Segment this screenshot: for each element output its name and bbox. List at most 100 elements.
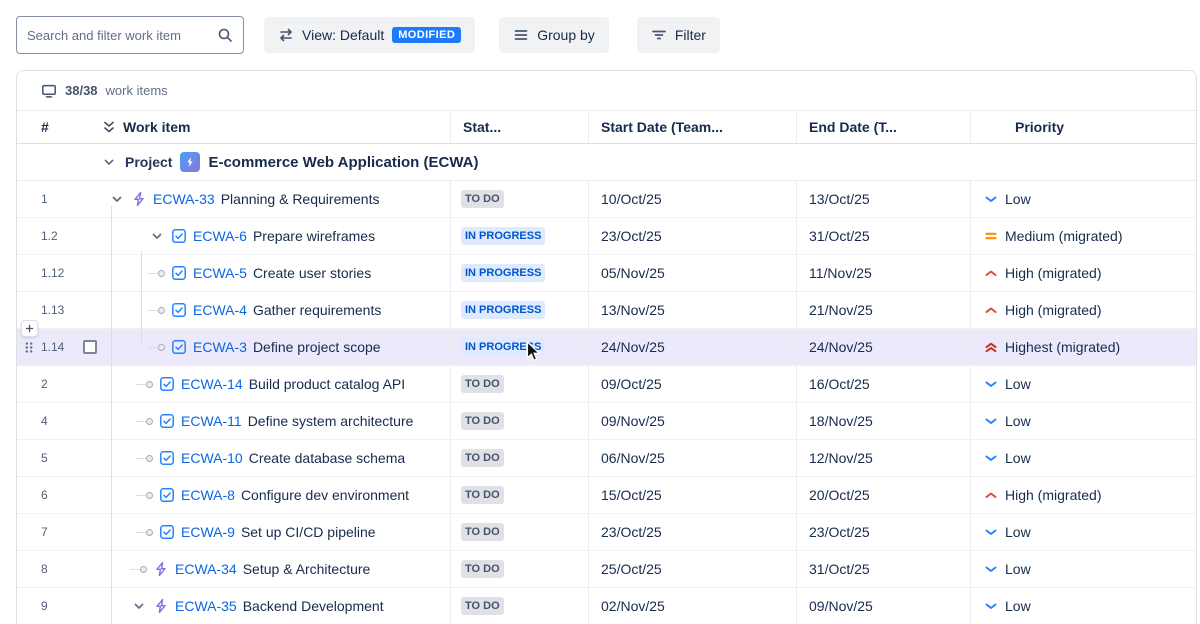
- end-date-cell[interactable]: 24/Nov/25: [796, 329, 970, 365]
- end-date-cell[interactable]: 11/Nov/25: [796, 255, 970, 291]
- expander-icon[interactable]: [147, 228, 165, 244]
- row-checkbox[interactable]: [83, 340, 97, 354]
- priority-cell[interactable]: Highest (migrated): [970, 329, 1196, 365]
- table-row[interactable]: 1.13 ECWA-4 Gather requirements IN PROGR…: [17, 292, 1196, 329]
- work-item-summary[interactable]: Define project scope: [253, 339, 381, 355]
- priority-cell[interactable]: High (migrated): [970, 477, 1196, 513]
- start-date-cell[interactable]: 10/Oct/25: [588, 181, 796, 217]
- priority-cell[interactable]: Low: [970, 181, 1196, 217]
- search-input[interactable]: [27, 28, 217, 43]
- priority-cell[interactable]: High (migrated): [970, 292, 1196, 328]
- priority-cell[interactable]: High (migrated): [970, 255, 1196, 291]
- work-item-summary[interactable]: Create database schema: [249, 450, 405, 466]
- table-row[interactable]: 1.2 ECWA-6 Prepare wireframes IN PROGRES…: [17, 218, 1196, 255]
- collapse-all-icon[interactable]: [101, 119, 117, 135]
- start-date-cell[interactable]: 25/Oct/25: [588, 551, 796, 587]
- column-header-start-date[interactable]: Start Date (Team...: [588, 111, 796, 143]
- work-item-key[interactable]: ECWA-6: [193, 228, 247, 244]
- table-row[interactable]: 2 ECWA-14 Build product catalog API TO D…: [17, 366, 1196, 403]
- table-row[interactable]: 5 ECWA-10 Create database schema TO DO 0…: [17, 440, 1196, 477]
- column-header-work-item[interactable]: Work item: [97, 111, 450, 143]
- status-lozenge[interactable]: TO DO: [461, 560, 504, 578]
- work-item-summary[interactable]: Set up CI/CD pipeline: [241, 524, 376, 540]
- filter-button[interactable]: Filter: [637, 17, 720, 53]
- work-item-summary[interactable]: Configure dev environment: [241, 487, 409, 503]
- table-row[interactable]: 9 ECWA-35 Backend Development TO DO 02/N…: [17, 588, 1196, 624]
- start-date-cell[interactable]: 09/Nov/25: [588, 403, 796, 439]
- table-row[interactable]: 4 ECWA-11 Define system architecture TO …: [17, 403, 1196, 440]
- end-date-cell[interactable]: 16/Oct/25: [796, 366, 970, 402]
- status-lozenge[interactable]: TO DO: [461, 597, 504, 615]
- status-lozenge[interactable]: IN PROGRESS: [461, 338, 545, 356]
- work-item-key[interactable]: ECWA-4: [193, 302, 247, 318]
- end-date-cell[interactable]: 23/Oct/25: [796, 514, 970, 550]
- priority-cell[interactable]: Medium (migrated): [970, 218, 1196, 254]
- table-row[interactable]: 6 ECWA-8 Configure dev environment TO DO…: [17, 477, 1196, 514]
- work-item-summary[interactable]: Define system architecture: [248, 413, 414, 429]
- work-item-summary[interactable]: Backend Development: [243, 598, 384, 614]
- table-row[interactable]: 1.14 ECWA-3 Define project scope IN PROG…: [17, 329, 1196, 366]
- work-item-summary[interactable]: Setup & Architecture: [243, 561, 371, 577]
- priority-cell[interactable]: Low: [970, 366, 1196, 402]
- project-expander-icon[interactable]: [101, 154, 117, 170]
- work-item-key[interactable]: ECWA-3: [193, 339, 247, 355]
- drag-handle-icon[interactable]: [22, 340, 36, 355]
- status-lozenge[interactable]: IN PROGRESS: [461, 264, 545, 282]
- work-item-key[interactable]: ECWA-9: [181, 524, 235, 540]
- status-lozenge[interactable]: TO DO: [461, 412, 504, 430]
- table-row[interactable]: 7 ECWA-9 Set up CI/CD pipeline TO DO 23/…: [17, 514, 1196, 551]
- start-date-cell[interactable]: 23/Oct/25: [588, 218, 796, 254]
- start-date-cell[interactable]: 23/Oct/25: [588, 514, 796, 550]
- table-row[interactable]: 1.12 ECWA-5 Create user stories IN PROGR…: [17, 255, 1196, 292]
- status-lozenge[interactable]: TO DO: [461, 375, 504, 393]
- priority-cell[interactable]: Low: [970, 588, 1196, 624]
- start-date-cell[interactable]: 09/Oct/25: [588, 366, 796, 402]
- work-item-summary[interactable]: Prepare wireframes: [253, 228, 375, 244]
- end-date-cell[interactable]: 18/Nov/25: [796, 403, 970, 439]
- column-header-end-date[interactable]: End Date (T...: [796, 111, 970, 143]
- table-row[interactable]: 1 ECWA-33 Planning & Requirements TO DO …: [17, 181, 1196, 218]
- priority-cell[interactable]: Low: [970, 514, 1196, 550]
- column-header-status[interactable]: Stat...: [450, 111, 588, 143]
- work-item-key[interactable]: ECWA-11: [181, 413, 242, 429]
- status-lozenge[interactable]: TO DO: [461, 190, 504, 208]
- start-date-cell[interactable]: 06/Nov/25: [588, 440, 796, 476]
- status-lozenge[interactable]: IN PROGRESS: [461, 301, 545, 319]
- work-item-summary[interactable]: Create user stories: [253, 265, 371, 281]
- priority-cell[interactable]: Low: [970, 551, 1196, 587]
- status-lozenge[interactable]: TO DO: [461, 523, 504, 541]
- work-item-key[interactable]: ECWA-10: [181, 450, 243, 466]
- end-date-cell[interactable]: 31/Oct/25: [796, 218, 970, 254]
- work-item-summary[interactable]: Build product catalog API: [249, 376, 405, 392]
- start-date-cell[interactable]: 02/Nov/25: [588, 588, 796, 624]
- work-item-key[interactable]: ECWA-5: [193, 265, 247, 281]
- column-header-priority[interactable]: Priority: [970, 111, 1196, 143]
- expander-icon[interactable]: [107, 191, 125, 207]
- end-date-cell[interactable]: 09/Nov/25: [796, 588, 970, 624]
- end-date-cell[interactable]: 21/Nov/25: [796, 292, 970, 328]
- work-item-key[interactable]: ECWA-33: [153, 191, 215, 207]
- group-by-button[interactable]: Group by: [499, 17, 609, 53]
- end-date-cell[interactable]: 13/Oct/25: [796, 181, 970, 217]
- status-lozenge[interactable]: TO DO: [461, 486, 504, 504]
- work-item-key[interactable]: ECWA-34: [175, 561, 237, 577]
- status-lozenge[interactable]: TO DO: [461, 449, 504, 467]
- table-row[interactable]: 8 ECWA-34 Setup & Architecture TO DO 25/…: [17, 551, 1196, 588]
- end-date-cell[interactable]: 31/Oct/25: [796, 551, 970, 587]
- column-header-number[interactable]: #: [17, 111, 97, 143]
- work-item-key[interactable]: ECWA-8: [181, 487, 235, 503]
- work-item-key[interactable]: ECWA-14: [181, 376, 243, 392]
- work-item-summary[interactable]: Planning & Requirements: [221, 191, 380, 207]
- add-work-item-button[interactable]: [21, 320, 38, 337]
- view-button[interactable]: View: Default MODIFIED: [264, 17, 475, 53]
- end-date-cell[interactable]: 20/Oct/25: [796, 477, 970, 513]
- priority-cell[interactable]: Low: [970, 440, 1196, 476]
- start-date-cell[interactable]: 13/Nov/25: [588, 292, 796, 328]
- start-date-cell[interactable]: 24/Nov/25: [588, 329, 796, 365]
- work-item-summary[interactable]: Gather requirements: [253, 302, 381, 318]
- status-lozenge[interactable]: IN PROGRESS: [461, 227, 545, 245]
- start-date-cell[interactable]: 15/Oct/25: [588, 477, 796, 513]
- project-group-row[interactable]: Project E-commerce Web Application (ECWA…: [17, 144, 1196, 181]
- start-date-cell[interactable]: 05/Nov/25: [588, 255, 796, 291]
- priority-cell[interactable]: Low: [970, 403, 1196, 439]
